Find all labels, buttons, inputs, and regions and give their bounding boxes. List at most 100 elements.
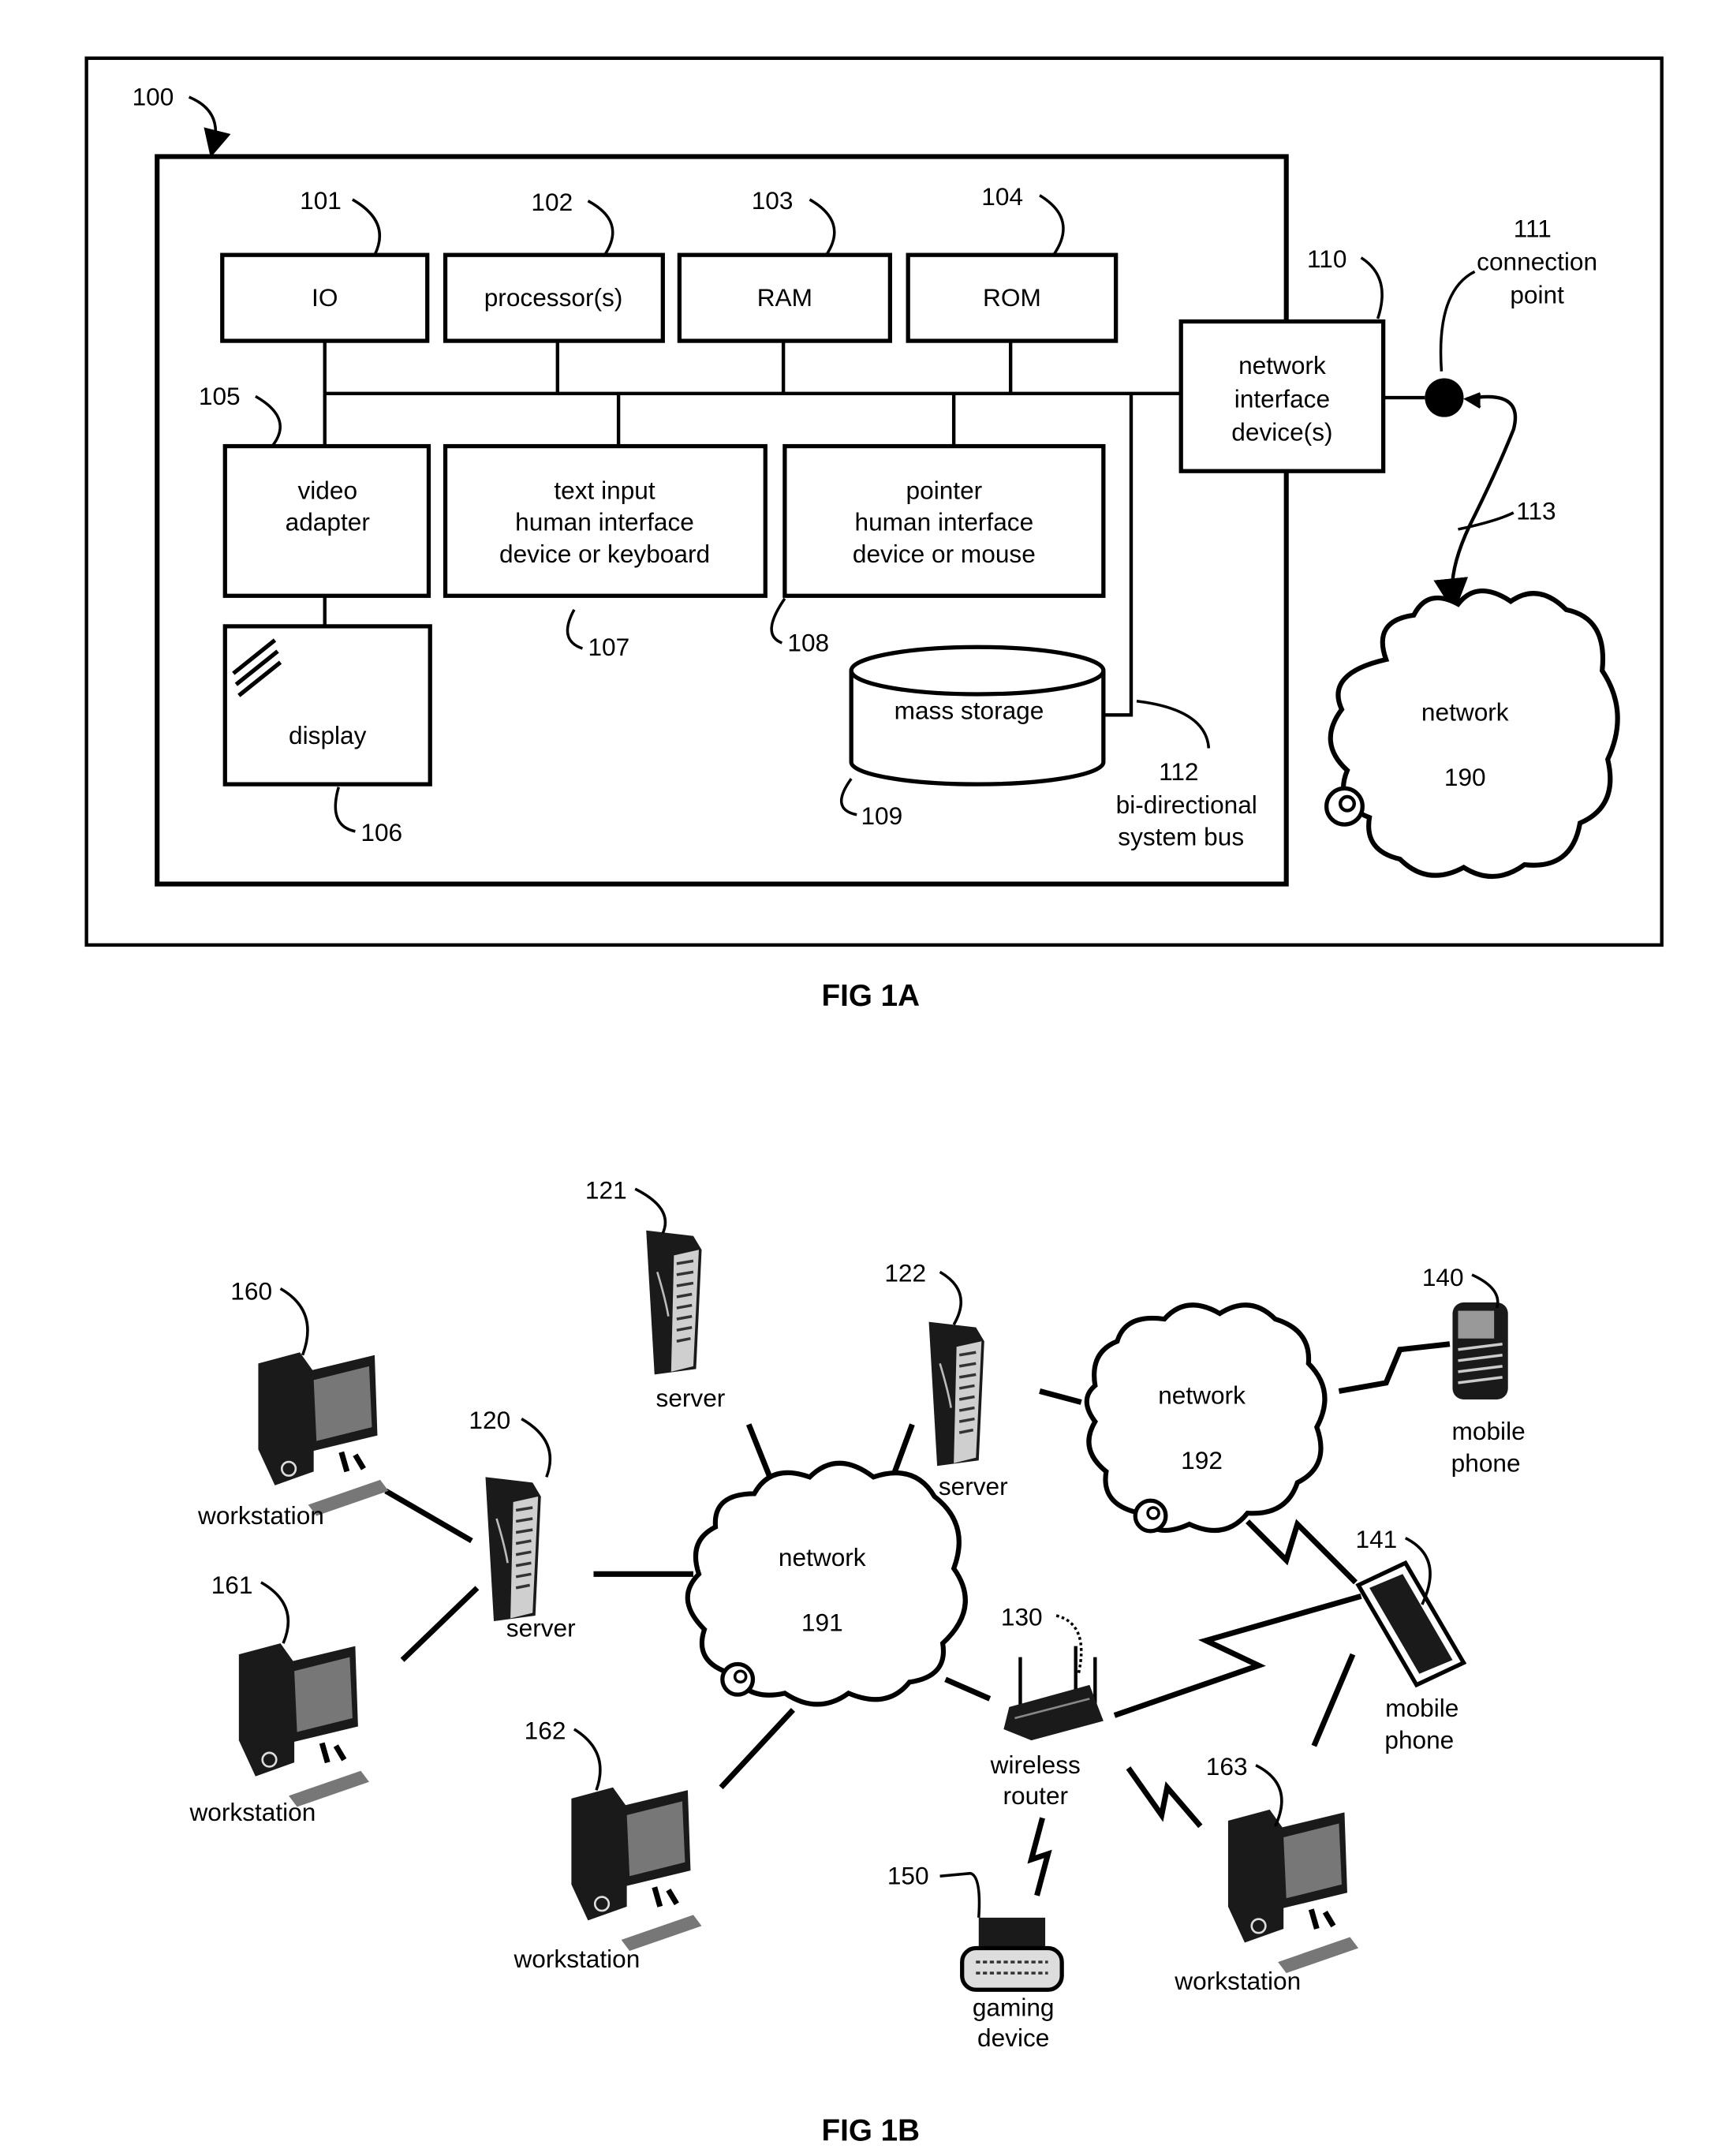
network-190-ref: 190 bbox=[1444, 763, 1486, 791]
router-label-line2: router bbox=[1003, 1781, 1068, 1810]
display-label: display bbox=[289, 721, 367, 749]
link-server121-net191 bbox=[745, 1423, 774, 1482]
patent-figure: 100 IO 101 processor(s) 102 RAM 103 ROM … bbox=[84, 56, 1664, 2148]
leader-113 bbox=[1458, 511, 1515, 531]
workstation-163-label: workstation bbox=[1174, 1967, 1301, 1995]
ref-113: 113 bbox=[1516, 497, 1556, 525]
video-adapter-line2: adapter bbox=[286, 508, 370, 536]
server-121: server 121 bbox=[585, 1175, 725, 1411]
gaming-label-line1: gaming bbox=[973, 1993, 1055, 2022]
nic-line3: device(s) bbox=[1231, 418, 1332, 447]
ref-100: 100 bbox=[133, 82, 174, 110]
network-191-label: network bbox=[779, 1543, 866, 1571]
ref-140: 140 bbox=[1422, 1263, 1464, 1291]
ref-161: 161 bbox=[211, 1571, 253, 1599]
ref-104: 104 bbox=[981, 182, 1023, 211]
rom-block: ROM 104 bbox=[906, 182, 1119, 343]
video-adapter-block: video adapter 105 bbox=[199, 382, 431, 598]
bus-label-line2: system bus bbox=[1118, 822, 1244, 850]
network-191-ref: 191 bbox=[801, 1608, 843, 1636]
server-icon bbox=[644, 1228, 704, 1377]
phone-140-line1: mobile bbox=[1452, 1417, 1526, 1445]
ref-160: 160 bbox=[230, 1277, 272, 1306]
display-block: display 106 bbox=[222, 624, 432, 846]
network-191-cloud: network 191 bbox=[685, 1460, 968, 1707]
server-121-label: server bbox=[656, 1384, 726, 1412]
nic-line1: network bbox=[1238, 351, 1326, 379]
wireless-link-router130-ws163 bbox=[1126, 1766, 1203, 1829]
nic-block: network interface device(s) 110 bbox=[1178, 245, 1386, 473]
ref-102: 102 bbox=[531, 188, 573, 216]
bus-label-line1: bi-directional bbox=[1116, 790, 1257, 819]
workstation-161: workstation 161 bbox=[189, 1571, 368, 1826]
link-113 bbox=[1433, 394, 1518, 614]
ref-111: 111 bbox=[1514, 214, 1552, 242]
workstation-161-label: workstation bbox=[189, 1798, 316, 1826]
wireless-link-net192-phone141 bbox=[1246, 1519, 1358, 1585]
cloud-tail-icon bbox=[1324, 786, 1365, 827]
ram-block: RAM 103 bbox=[677, 186, 892, 343]
smartphone-icon bbox=[1355, 1560, 1467, 1688]
mouse-line1: pointer bbox=[906, 476, 983, 504]
phone-141-line2: phone bbox=[1384, 1726, 1454, 1754]
workstation-icon bbox=[1228, 1810, 1358, 1973]
workstation-icon bbox=[571, 1788, 701, 1951]
ref-109: 109 bbox=[861, 801, 902, 830]
storage-cylinder-top bbox=[849, 645, 1106, 697]
link-113-arrowhead bbox=[1463, 392, 1481, 409]
link-ws161-server120 bbox=[400, 1586, 480, 1662]
network-192-ref: 192 bbox=[1181, 1446, 1223, 1474]
ref-110: 110 bbox=[1307, 245, 1346, 273]
phone-140-line2: phone bbox=[1451, 1448, 1521, 1477]
server-120: server 120 bbox=[469, 1406, 575, 1642]
ref-107: 107 bbox=[588, 633, 629, 661]
fig-1a-caption: FIG 1A bbox=[822, 979, 920, 1013]
wireless-link-net192-phone140 bbox=[1338, 1341, 1451, 1394]
server-122: server 122 bbox=[884, 1259, 1007, 1500]
ref-106: 106 bbox=[360, 818, 402, 846]
mobile-phone-140: mobile phone 140 bbox=[1422, 1263, 1526, 1477]
connection-point bbox=[1425, 378, 1464, 417]
workstation-icon bbox=[258, 1352, 388, 1515]
server-icon bbox=[484, 1475, 543, 1623]
processor-label: processor(s) bbox=[484, 283, 623, 312]
ref-130: 130 bbox=[1001, 1602, 1043, 1631]
cloud-tail-icon bbox=[720, 1661, 756, 1697]
router-label-line1: wireless bbox=[990, 1751, 1081, 1779]
ref-162: 162 bbox=[525, 1716, 566, 1744]
phone-icon bbox=[1452, 1302, 1508, 1399]
network-190-cloud: network 190 bbox=[1324, 589, 1620, 880]
network-192-cloud: network 192 bbox=[1084, 1302, 1328, 1534]
link-net191-router130 bbox=[944, 1676, 992, 1702]
nic-line2: interface bbox=[1234, 384, 1330, 413]
leader-111 bbox=[1439, 270, 1476, 372]
ref-105: 105 bbox=[199, 382, 241, 410]
server-icon bbox=[927, 1320, 986, 1468]
workstation-163: workstation 163 bbox=[1174, 1752, 1358, 1995]
router-icon bbox=[1003, 1646, 1104, 1741]
wireless-router-130: wireless router 130 bbox=[990, 1602, 1104, 1810]
arrow-100 bbox=[188, 95, 231, 158]
fig-1a: 100 IO 101 processor(s) 102 RAM 103 ROM … bbox=[84, 56, 1664, 1013]
workstation-162-label: workstation bbox=[513, 1945, 640, 1973]
network-192-label: network bbox=[1158, 1381, 1246, 1409]
keyboard-line3: device or keyboard bbox=[499, 540, 710, 568]
workstation-icon bbox=[239, 1643, 369, 1807]
mouse-line3: device or mouse bbox=[853, 540, 1036, 568]
ref-122: 122 bbox=[884, 1259, 926, 1287]
connection-point-line2: point bbox=[1510, 281, 1564, 309]
ram-label: RAM bbox=[757, 283, 812, 312]
workstation-162: workstation 162 bbox=[513, 1716, 701, 1973]
keyboard-line1: text input bbox=[554, 476, 655, 504]
connection-point-line1: connection bbox=[1477, 248, 1597, 276]
wireless-link-router130-phone141 bbox=[1113, 1594, 1362, 1718]
io-block: IO 101 bbox=[220, 186, 430, 343]
ref-101: 101 bbox=[300, 186, 342, 215]
mouse-line2: human interface bbox=[855, 508, 1034, 536]
fig-1b-caption: FIG 1B bbox=[822, 2114, 920, 2148]
keyboard-block: text input human interface device or key… bbox=[443, 443, 768, 661]
server-120-label: server bbox=[506, 1613, 576, 1642]
link-server122-net192 bbox=[1039, 1388, 1082, 1405]
keyboard-line2: human interface bbox=[515, 508, 694, 536]
ref-108: 108 bbox=[787, 629, 829, 657]
